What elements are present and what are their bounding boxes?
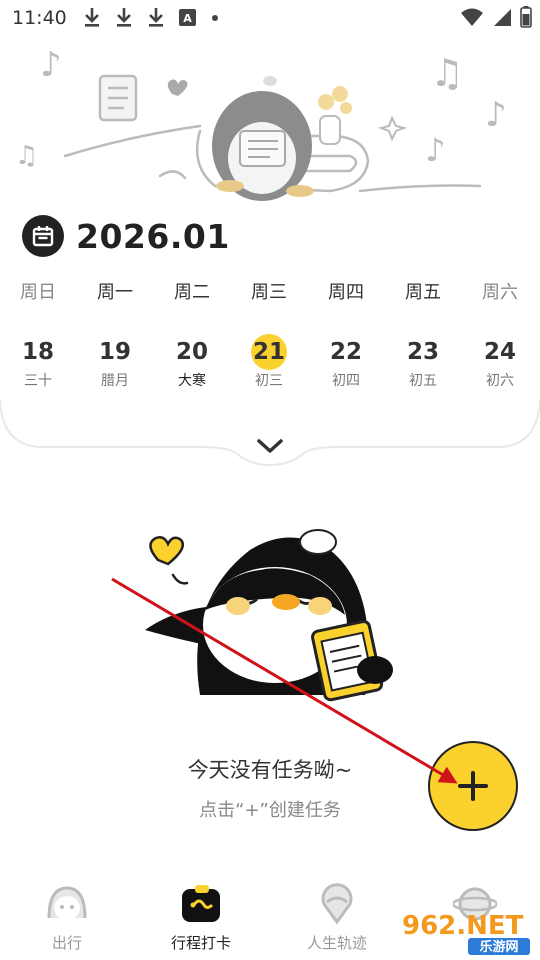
svg-text:♪: ♪ bbox=[485, 95, 507, 135]
day-cell[interactable]: 18 三十 bbox=[8, 334, 68, 394]
penguin-mascot-illustration bbox=[145, 529, 393, 702]
watermark-sub: 乐游网 bbox=[479, 939, 518, 955]
nav-label: 人生轨迹 bbox=[306, 934, 367, 952]
life-track-icon bbox=[315, 882, 359, 926]
chevron-down-icon bbox=[257, 439, 283, 453]
lunar-date: 初五 bbox=[409, 373, 437, 389]
weekday-label: 周一 bbox=[97, 282, 133, 303]
status-time: 11:40 bbox=[12, 7, 67, 29]
day-number: 20 bbox=[175, 339, 208, 365]
month-selector[interactable]: 2026.01 bbox=[22, 214, 230, 258]
day-cell[interactable]: 19 腊月 bbox=[85, 334, 145, 394]
calendar-icon[interactable] bbox=[22, 215, 64, 257]
site-watermark: 962.NET 乐游网 bbox=[398, 908, 536, 956]
week-dates: 18 三十 19 腊月 20 大寒 21 初三 22 初四 23 初五 24 初… bbox=[0, 334, 540, 394]
signal-icon bbox=[492, 7, 512, 31]
add-task-button[interactable] bbox=[428, 741, 518, 831]
battery-icon bbox=[520, 6, 532, 32]
lunar-date: 大寒 bbox=[178, 373, 206, 389]
notification-icons: A bbox=[82, 6, 220, 28]
weekday-label: 周二 bbox=[174, 282, 210, 303]
day-number: 22 bbox=[329, 339, 362, 365]
travel-icon bbox=[45, 882, 89, 926]
day-cell[interactable]: 22 初四 bbox=[316, 334, 376, 394]
weekday-row: 周日 周一 周二 周三 周四 周五 周六 bbox=[0, 278, 540, 304]
day-number: 21 bbox=[251, 334, 287, 370]
nav-item-trip-checkin[interactable]: 行程打卡 bbox=[146, 878, 256, 958]
dot-icon bbox=[210, 8, 220, 27]
nav-item-life-track[interactable]: 人生轨迹 bbox=[282, 878, 392, 958]
weekday-label: 周六 bbox=[482, 282, 518, 303]
lunar-date: 初六 bbox=[486, 373, 514, 389]
day-number: 24 bbox=[483, 339, 516, 365]
system-icons bbox=[460, 6, 532, 32]
day-number: 19 bbox=[98, 339, 131, 365]
current-month: 2026.01 bbox=[76, 216, 230, 256]
lunar-date: 初四 bbox=[332, 373, 360, 389]
header-illustration: ♪ ♫ ♫ ♪ ♪ bbox=[15, 45, 507, 201]
expand-calendar-button[interactable] bbox=[252, 432, 288, 460]
download-icon bbox=[146, 6, 166, 28]
a-badge-text: A bbox=[183, 12, 192, 25]
weekday-label: 周五 bbox=[405, 282, 441, 303]
day-number: 18 bbox=[21, 339, 54, 365]
weekday-label: 周四 bbox=[328, 282, 364, 303]
day-cell-today[interactable]: 21 初三 bbox=[239, 334, 299, 394]
day-cell[interactable]: 24 初六 bbox=[470, 334, 530, 394]
nav-label: 出行 bbox=[51, 934, 82, 952]
svg-text:♪: ♪ bbox=[40, 45, 62, 85]
download-icon bbox=[114, 6, 134, 28]
checkin-icon bbox=[179, 882, 223, 926]
status-bar: 11:40 A bbox=[0, 0, 540, 36]
plus-icon bbox=[458, 771, 488, 801]
svg-text:♪: ♪ bbox=[425, 131, 445, 169]
weekday-label: 周三 bbox=[251, 282, 287, 303]
download-icon bbox=[82, 6, 102, 28]
lunar-date: 三十 bbox=[24, 373, 52, 389]
text-notification-icon: A bbox=[178, 7, 198, 27]
svg-text:♫: ♫ bbox=[430, 51, 464, 95]
watermark-brand: 962.NET bbox=[402, 911, 524, 941]
lunar-date: 腊月 bbox=[101, 373, 129, 389]
svg-text:♫: ♫ bbox=[15, 141, 38, 171]
wifi-icon bbox=[460, 7, 484, 31]
nav-label: 行程打卡 bbox=[170, 934, 231, 952]
day-number: 23 bbox=[406, 339, 439, 365]
day-cell[interactable]: 23 初五 bbox=[393, 334, 453, 394]
nav-item-travel[interactable]: 出行 bbox=[12, 878, 122, 958]
weekday-label: 周日 bbox=[20, 282, 56, 303]
lunar-date: 初三 bbox=[255, 373, 283, 389]
day-cell[interactable]: 20 大寒 bbox=[162, 334, 222, 394]
